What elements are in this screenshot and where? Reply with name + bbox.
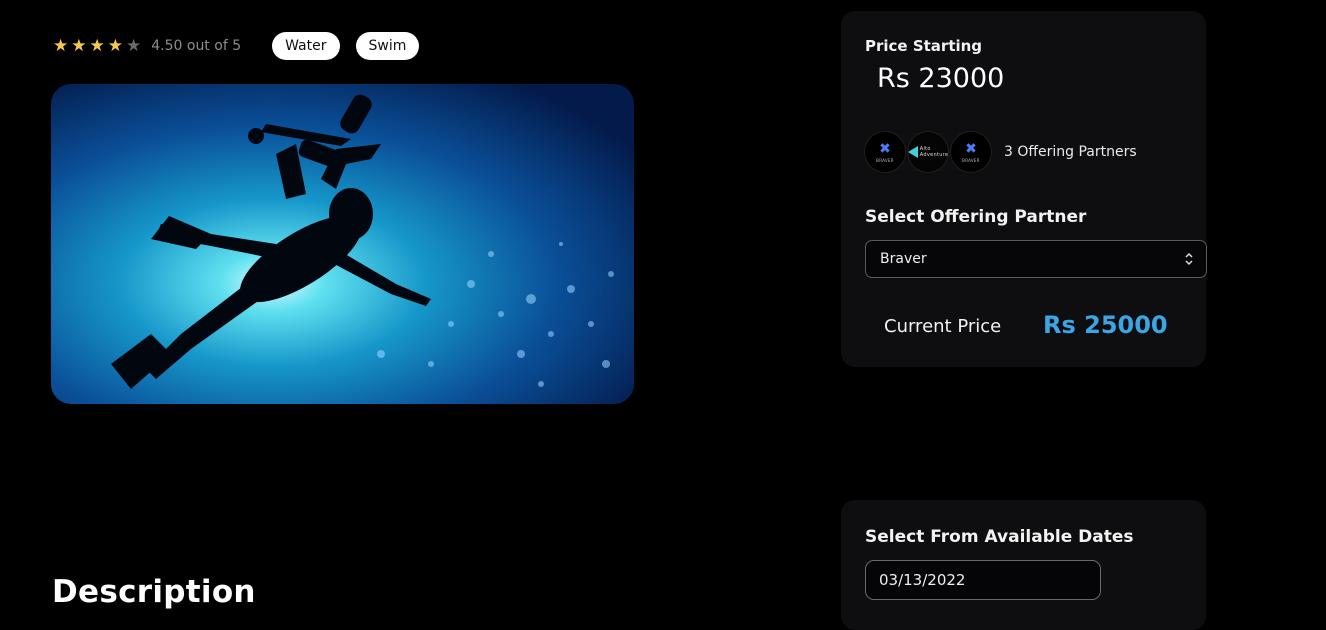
partners-count-text: 3 Offering Partners — [1004, 144, 1137, 160]
price-starting-label: Price Starting — [865, 37, 983, 55]
description-title: Description — [52, 574, 256, 610]
partner-select[interactable]: Braver — [865, 240, 1207, 278]
price-card: Price Starting Rs 23000 ✖ BRAVER Alto Ad… — [841, 11, 1207, 367]
offering-partners[interactable]: ✖ BRAVER Alto Adventure ✖ BRAVER 3 Offer… — [864, 131, 1137, 173]
partner-logo-alto: Alto Adventure — [907, 131, 949, 173]
date-input[interactable]: 03/13/2022 — [865, 560, 1101, 600]
alto-logo-icon — [907, 146, 918, 158]
current-price-value: Rs 25000 — [1043, 311, 1168, 339]
tag-swim[interactable]: Swim — [355, 32, 420, 60]
braver-logo-icon: ✖ — [879, 140, 891, 157]
partner-logo-braver: ✖ BRAVER — [864, 131, 906, 173]
dates-card: Select From Available Dates 03/13/2022 — [841, 500, 1206, 630]
star-icon: ★ — [53, 35, 69, 56]
scuba-diver-image — [51, 84, 634, 404]
star-icon: ★ — [71, 35, 87, 56]
chevron-updown-icon — [1185, 252, 1193, 266]
dates-label: Select From Available Dates — [865, 527, 1134, 547]
rating-row: ★ ★ ★ ★ ★ 4.50 out of 5 Water Swim — [53, 32, 420, 60]
tag-water[interactable]: Water — [272, 32, 340, 60]
current-price-label: Current Price — [884, 316, 1002, 337]
star-icon: ★ — [89, 35, 105, 56]
price-starting-value: Rs 23000 — [877, 63, 1005, 94]
select-partner-label: Select Offering Partner — [865, 207, 1087, 227]
rating-text: 4.50 out of 5 — [151, 38, 242, 54]
partner-select-value: Braver — [880, 251, 927, 267]
partner-logo-braver-2: ✖ BRAVER — [950, 131, 992, 173]
star-icon: ★ — [107, 35, 123, 56]
star-rating: ★ ★ ★ ★ ★ — [53, 35, 142, 56]
braver-logo-icon: ✖ — [965, 140, 977, 157]
star-icon: ★ — [126, 35, 142, 56]
hero-image — [51, 84, 634, 404]
